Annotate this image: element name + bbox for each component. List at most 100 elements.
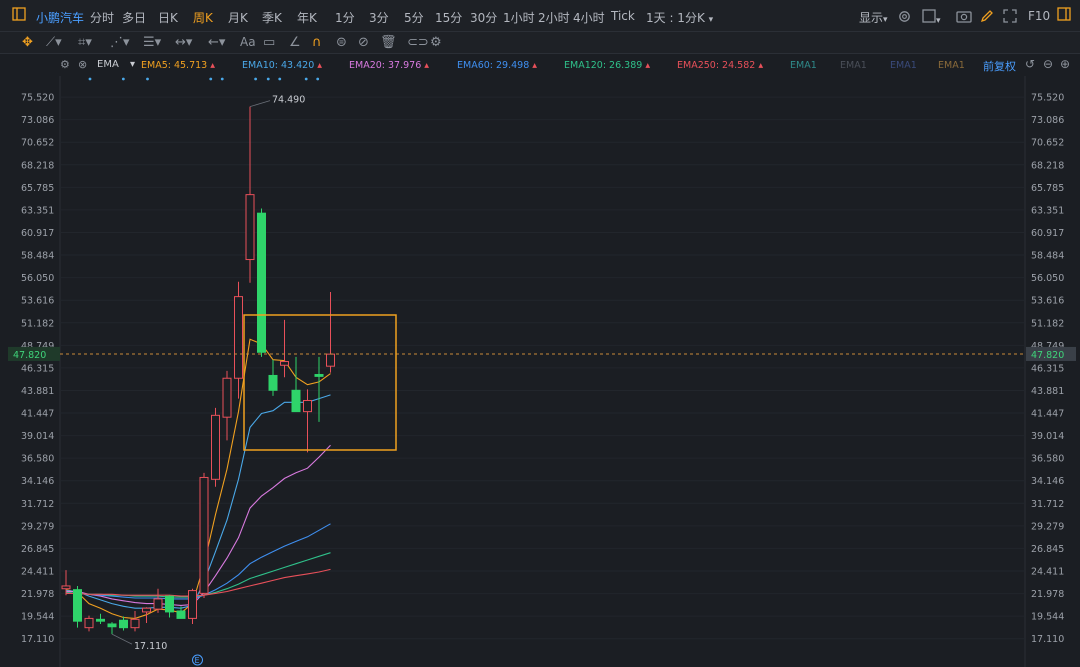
y-tick-label: 53.616 — [1031, 296, 1064, 307]
legend-ema-item[interactable]: EMA60: 29.498 ▴ — [457, 60, 537, 71]
candle-body — [130, 618, 140, 629]
legend-close-icon[interactable]: ⊗ — [78, 58, 87, 71]
candle-body — [234, 296, 243, 379]
y-tick-label: 39.014 — [21, 431, 54, 442]
period-tab[interactable]: Tick — [611, 9, 635, 23]
legend-ema-item[interactable]: EMA250: 24.582 ▴ — [677, 60, 763, 71]
legend-ema-item[interactable]: EMA10: 43.420 ▴ — [242, 60, 322, 71]
toolbar-settings-icon[interactable]: ⚙ — [430, 35, 442, 50]
hide-tool-icon[interactable]: ⊘ — [358, 35, 369, 50]
y-tick-label: 65.785 — [21, 183, 54, 194]
y-tick-label: 58.484 — [21, 251, 54, 262]
candle-body — [142, 607, 151, 613]
period-tab[interactable]: 30分 — [470, 9, 497, 26]
candle-body — [245, 194, 255, 261]
zoom-in-icon[interactable]: ⊕ — [1060, 57, 1070, 71]
candle-body — [303, 399, 312, 413]
candlestick-chart[interactable]: 75.520 73.086 70.652 68.218 65.785 63.351 60.9… — [0, 76, 1080, 667]
period-tab[interactable]: 年K — [297, 9, 317, 26]
checkbox-icon[interactable]: ▾ — [922, 9, 941, 26]
display-menu[interactable]: 显示▾ — [859, 9, 888, 26]
candle-body — [222, 377, 232, 418]
y-tick-label: 46.315 — [21, 363, 54, 374]
period-tab[interactable]: 15分 — [435, 9, 462, 26]
y-tick-label: 24.411 — [1031, 567, 1064, 578]
y-tick-label: 21.978 — [21, 589, 54, 600]
candle-body — [211, 414, 220, 480]
legend-ema-item[interactable]: EMA5: 45.713 ▴ — [141, 60, 215, 71]
crop-tool-icon[interactable]: ⌗▾ — [78, 35, 92, 50]
lock-tool-icon[interactable]: ⊜ — [336, 35, 347, 50]
y-tick-label: 73.086 — [21, 115, 54, 126]
comment-tool-icon[interactable]: ▭ — [263, 35, 275, 50]
y-tick-label: 17.110 — [21, 634, 54, 645]
y-tick-label: 17.110 — [1031, 634, 1064, 645]
sidebar-toggle-icon[interactable] — [12, 7, 26, 24]
y-tick-label: 19.544 — [21, 612, 54, 623]
up-arrow-icon: ▴ — [314, 60, 323, 71]
link-icon[interactable]: ⊂⊃ — [407, 35, 429, 50]
marker-dot — [316, 77, 320, 81]
panel-toggle-icon[interactable] — [1057, 7, 1071, 24]
y-tick-label: 63.351 — [21, 205, 54, 216]
arrow-tool-icon[interactable]: ←▾ — [208, 35, 225, 50]
legend-settings-icon[interactable]: ⚙ — [60, 58, 70, 71]
period-tab[interactable]: 多日 — [122, 9, 146, 26]
candle-body — [257, 212, 266, 353]
y-tick-label: 19.544 — [1031, 612, 1064, 623]
text-tool-icon[interactable]: Aa — [240, 35, 256, 49]
low-annotation: 17.110 — [134, 641, 167, 652]
ruler-tool-icon[interactable]: ∠ — [289, 35, 301, 50]
chart-area[interactable]: 75.520 73.086 70.652 68.218 65.785 63.351 60.9… — [0, 76, 1080, 667]
y-tick-label: 70.652 — [1031, 138, 1064, 149]
custom-period-select[interactable]: 1天 : 1分K ▾ — [646, 9, 713, 26]
trash-icon[interactable]: 🗑 — [380, 35, 397, 50]
legend-ema-item[interactable]: EMA1 — [790, 60, 817, 71]
period-tab[interactable]: 季K — [262, 9, 282, 26]
candle-body — [61, 585, 71, 590]
period-tab[interactable]: 5分 — [404, 9, 424, 26]
fib-tool-icon[interactable]: ☰▾ — [143, 35, 161, 50]
high-annotation: 74.490 — [272, 95, 305, 106]
camera-icon[interactable] — [956, 9, 972, 26]
wave-tool-icon[interactable]: ⋰▾ — [110, 35, 130, 50]
y-tick-label: 36.580 — [1031, 454, 1064, 465]
period-tab[interactable]: 1分 — [335, 9, 355, 26]
magnet-icon[interactable]: ∩ — [312, 35, 322, 50]
y-tick-label: 60.917 — [1031, 228, 1064, 239]
period-tab[interactable]: 3分 — [369, 9, 389, 26]
price-adjust-button[interactable]: 前复权 — [983, 58, 1016, 74]
period-tab[interactable]: 4小时 — [573, 9, 605, 26]
ema-line-ema20 — [66, 444, 331, 606]
indicator-select[interactable]: EMA ▾ — [97, 59, 135, 70]
legend-ema-item[interactable]: EMA20: 37.976 ▴ — [349, 60, 429, 71]
legend-ema-item[interactable]: EMA120: 26.389 ▴ — [564, 60, 650, 71]
reset-icon[interactable]: ↺ — [1025, 57, 1035, 71]
zoom-out-icon[interactable]: ⊖ — [1043, 57, 1053, 71]
period-tab[interactable]: 2小时 — [538, 9, 570, 26]
f10-button[interactable]: F10 — [1028, 9, 1050, 23]
y-tick-label: 34.146 — [21, 476, 54, 487]
y-tick-label: 36.580 — [21, 454, 54, 465]
period-tab[interactable]: 周K — [193, 9, 213, 26]
period-tab[interactable]: 分时 — [90, 9, 114, 26]
y-tick-label: 75.520 — [1031, 93, 1064, 104]
move-crosshair-icon[interactable]: ✥ — [22, 35, 33, 50]
legend-ema-item[interactable]: EMA1 — [938, 60, 965, 71]
period-tab[interactable]: 1小时 — [503, 9, 535, 26]
trendline-tool-icon[interactable]: ⟋▾ — [46, 35, 62, 50]
candle-body — [176, 610, 186, 619]
up-arrow-icon: ▴ — [642, 60, 651, 71]
y-tick-label: 31.712 — [21, 499, 54, 510]
legend-ema-item[interactable]: EMA1 — [840, 60, 867, 71]
settings-gear-icon[interactable] — [897, 9, 912, 27]
range-tool-icon[interactable]: ↔▾ — [175, 35, 192, 50]
y-tick-label: 29.279 — [1031, 521, 1064, 532]
y-tick-label: 63.351 — [1031, 205, 1064, 216]
pencil-icon[interactable] — [980, 9, 994, 26]
period-tab[interactable]: 月K — [228, 9, 248, 26]
fullscreen-icon[interactable] — [1003, 9, 1017, 26]
legend-ema-item[interactable]: EMA1 — [890, 60, 917, 71]
period-tab[interactable]: 日K — [158, 9, 178, 26]
stock-name[interactable]: 小鹏汽车 — [36, 9, 84, 26]
